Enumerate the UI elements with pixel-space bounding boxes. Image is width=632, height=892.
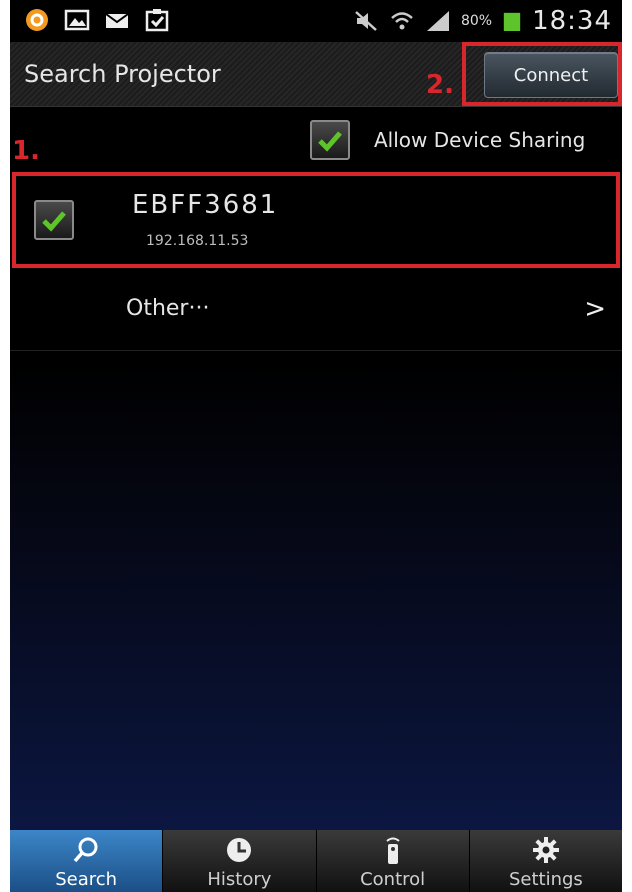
tab-label: History [207,869,272,890]
system-icons: 80% 18:34 [353,6,612,36]
page-title: Search Projector [24,60,221,88]
device-sharing-checkbox[interactable] [310,120,350,160]
device-list-item[interactable] [10,176,622,264]
annotation-label-2: 2. [426,70,454,100]
other-list-item[interactable]: Other··· > [10,272,622,351]
annotation-label-1: 1. [12,136,40,166]
battery-icon [503,12,521,31]
remote-control-icon [385,837,400,864]
tab-label: Control [360,869,426,890]
device-name: EBFF3681 [132,190,279,220]
tab-history[interactable]: History [163,830,317,892]
checkmark-icon [318,131,342,152]
phone-screen: 80% 18:34 Search Projector Connect 2. Al… [10,0,622,892]
app-notification-icon [26,9,48,31]
clipboard-check-icon [145,9,169,32]
bottom-navigation: Search History Control Settings [10,830,622,892]
checkmark-icon [42,211,66,232]
history-icon [227,838,252,862]
image-icon [64,9,90,31]
mute-icon [355,11,377,31]
device-checkbox[interactable] [34,200,74,240]
device-ip-address: 192.168.11.53 [146,233,249,249]
wifi-icon [391,12,413,30]
annotation-box-connect [462,42,622,106]
tab-search[interactable]: Search [10,830,164,892]
status-bar: 80% 18:34 [10,0,622,42]
notification-icons [24,8,170,32]
clock: 18:34 [532,6,612,36]
signal-icon [426,11,449,31]
tab-label: Settings [508,869,583,890]
chevron-right-icon: > [584,294,606,324]
other-label: Other··· [126,296,210,321]
search-icon [73,837,98,863]
tab-control[interactable]: Control [317,830,470,892]
tab-settings[interactable]: Settings [470,830,622,892]
device-sharing-label: Allow Device Sharing [374,128,586,152]
battery-percent: 80% [460,13,493,29]
device-sharing-row[interactable]: Allow Device Sharing [10,110,622,170]
tab-label: Search [55,869,118,890]
gear-icon [532,837,559,863]
email-icon [105,13,129,28]
